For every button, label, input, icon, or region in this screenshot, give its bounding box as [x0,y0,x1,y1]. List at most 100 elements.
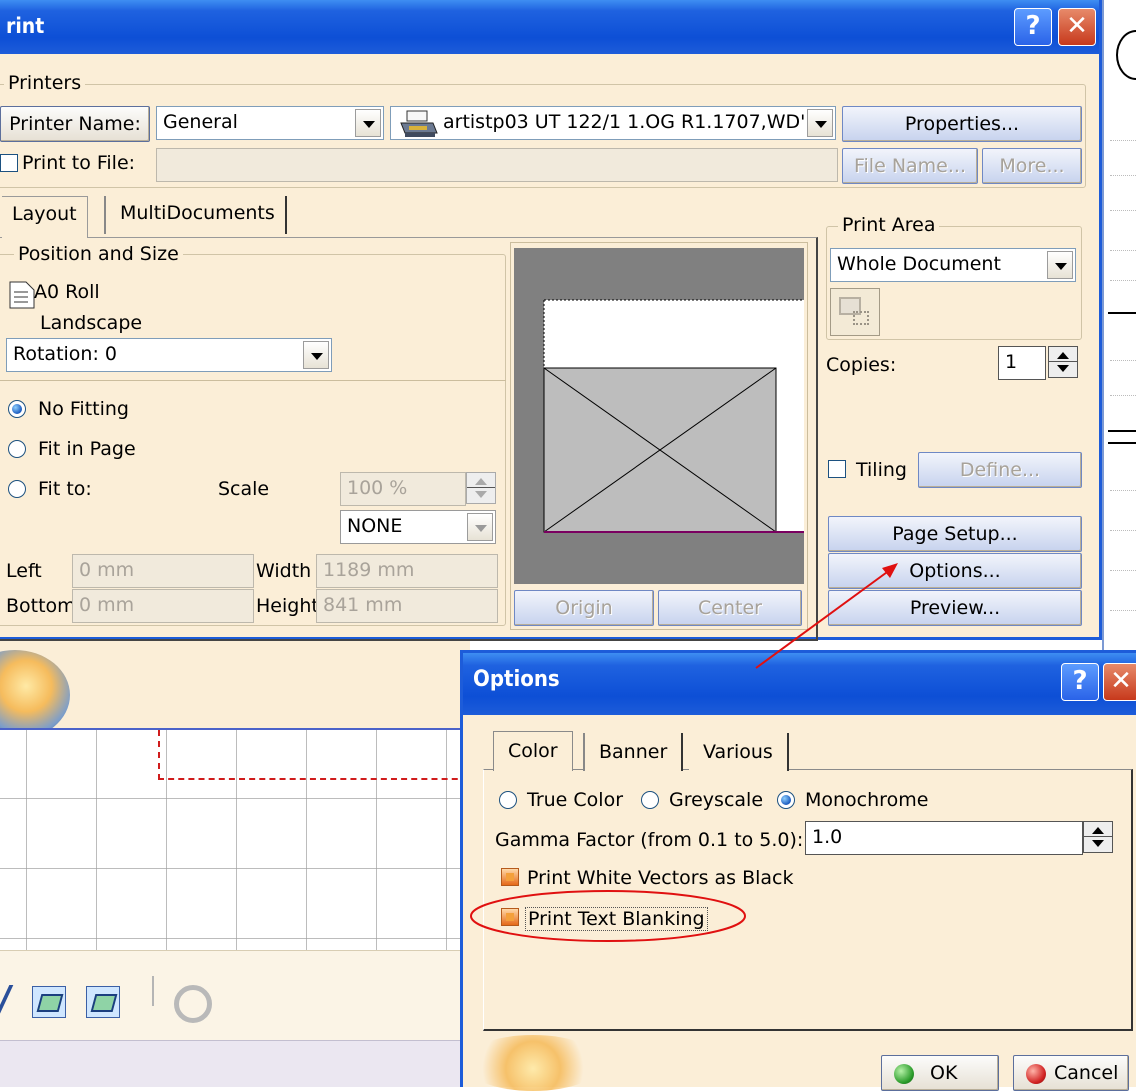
ok-button[interactable]: OK [881,1055,999,1091]
cancel-label: Cancel [1054,1062,1119,1084]
white-vectors-checkbox[interactable] [501,868,519,886]
left-label: Left [6,560,42,582]
text-blanking-checkbox[interactable] [501,908,519,926]
print-area-select[interactable]: Whole Document [830,248,1076,282]
divider [0,380,506,381]
gamma-label: Gamma Factor (from 0.1 to 5.0): [495,829,804,851]
tiling-label: Tiling [856,459,907,481]
gamma-spinner[interactable] [1083,821,1113,853]
left-field[interactable]: 0 mm [72,554,254,588]
chevron-down-icon[interactable] [355,109,381,137]
help-button[interactable]: ? [1014,8,1052,46]
gamma-field[interactable]: 1.0 [805,821,1083,855]
options-dialog-titlebar: Options [463,653,1136,715]
red-dot-icon [1026,1064,1046,1084]
printer-device-value: artistp03 UT 122/1 1.OG R1.1707,WD' [443,111,806,133]
copies-field[interactable]: 1 [998,346,1046,380]
ok-label: OK [930,1062,958,1084]
print-to-file-label: Print to File: [22,152,136,174]
view-toolbar-icon[interactable] [32,986,66,1018]
more-button[interactable]: More... [982,148,1082,184]
rotation-value: Rotation: 0 [13,343,117,365]
update-icon[interactable] [174,985,212,1023]
properties-button[interactable]: Properties... [842,106,1082,142]
print-to-file-checkbox[interactable] [0,154,18,172]
position-size-legend: Position and Size [14,243,183,265]
toolbar-separator [152,976,154,1006]
printer-name-value: General [163,111,238,133]
origin-button[interactable]: Origin [514,590,654,626]
tab-layout[interactable]: Layout [2,196,88,238]
tab-multidocuments[interactable]: MultiDocuments [104,196,287,234]
center-button[interactable]: Center [658,590,802,626]
scale-mode-select[interactable]: NONE [340,510,496,544]
printer-name-button[interactable]: Printer Name: [0,106,150,142]
copies-spinner[interactable] [1048,346,1078,378]
tab-banner[interactable]: Banner [583,733,684,771]
tiling-checkbox[interactable] [828,460,846,478]
scale-label: Scale [218,478,270,500]
green-dot-icon [894,1064,914,1084]
page-setup-button[interactable]: Page Setup... [828,516,1082,552]
chevron-down-icon[interactable] [303,341,329,369]
print-preview[interactable] [514,248,804,584]
paper-format-label: A0 Roll [34,281,100,303]
print-dialog-title: rint [6,14,45,38]
greyscale-radio[interactable] [641,791,659,809]
printer-name-select[interactable]: General [156,106,384,140]
print-area-legend: Print Area [838,214,940,236]
true-color-radio[interactable] [499,791,517,809]
fit-to-radio[interactable] [8,480,26,498]
bottom-field[interactable]: 0 mm [72,589,254,623]
text-blanking-label: Print Text Blanking [525,907,708,931]
fit-to-label: Fit to: [38,478,92,500]
options-dialog: Options ? ✕ Color Banner Various True Co… [460,650,1136,1091]
file-name-button[interactable]: File Name... [842,148,978,184]
drawing-frame-dashed [158,730,478,780]
fit-in-page-label: Fit in Page [38,438,136,460]
true-color-label: True Color [527,789,624,811]
app-logo-orb [463,1035,603,1091]
width-field[interactable]: 1189 mm [316,554,498,588]
close-button[interactable]: ✕ [1058,8,1096,46]
background-app-band [0,640,470,728]
print-dialog: rint ? ✕ Printers Printer Name: General … [0,0,1102,641]
sheet-toolbar-icon[interactable] [86,986,120,1018]
measure-tool-icon[interactable] [0,985,24,1025]
monochrome-radio[interactable] [777,791,795,809]
scale-mode-value: NONE [347,515,403,537]
drawing-circle-fragment [1116,30,1136,80]
no-fitting-radio[interactable] [8,400,26,418]
no-fitting-label: No Fitting [38,398,129,420]
tab-various[interactable]: Various [689,733,789,771]
cancel-button[interactable]: Cancel [1013,1055,1129,1091]
printer-device-select[interactable]: artistp03 UT 122/1 1.OG R1.1707,WD' [390,106,836,140]
preview-button[interactable]: Preview... [828,590,1082,626]
define-button[interactable]: Define... [918,452,1082,488]
chevron-down-icon[interactable] [1047,251,1073,279]
bottom-label: Bottom [6,595,76,617]
fit-in-page-radio[interactable] [8,440,26,458]
width-label: Width [256,560,312,582]
height-field[interactable]: 841 mm [316,589,498,623]
background-drawing-strip [1102,0,1136,650]
rotation-select[interactable]: Rotation: 0 [6,338,332,372]
document-icon [9,281,35,309]
drawing-sheet-area[interactable] [0,728,478,950]
close-button[interactable]: ✕ [1103,663,1136,701]
file-path-field[interactable] [156,148,838,182]
help-button[interactable]: ? [1061,663,1099,701]
chevron-down-icon[interactable] [807,109,833,137]
chevron-down-icon[interactable] [467,513,493,541]
bottom-toolbar [0,950,470,1040]
area-select-icon[interactable] [830,288,880,336]
scale-spinner[interactable] [466,472,496,504]
printers-legend: Printers [4,72,86,94]
greyscale-label: Greyscale [669,789,764,811]
tab-color[interactable]: Color [493,731,573,771]
options-button[interactable]: Options... [828,553,1082,589]
monochrome-label: Monochrome [805,789,929,811]
scale-field[interactable]: 100 % [340,472,466,506]
copies-label: Copies: [826,354,897,376]
white-vectors-label: Print White Vectors as Black [527,867,794,889]
